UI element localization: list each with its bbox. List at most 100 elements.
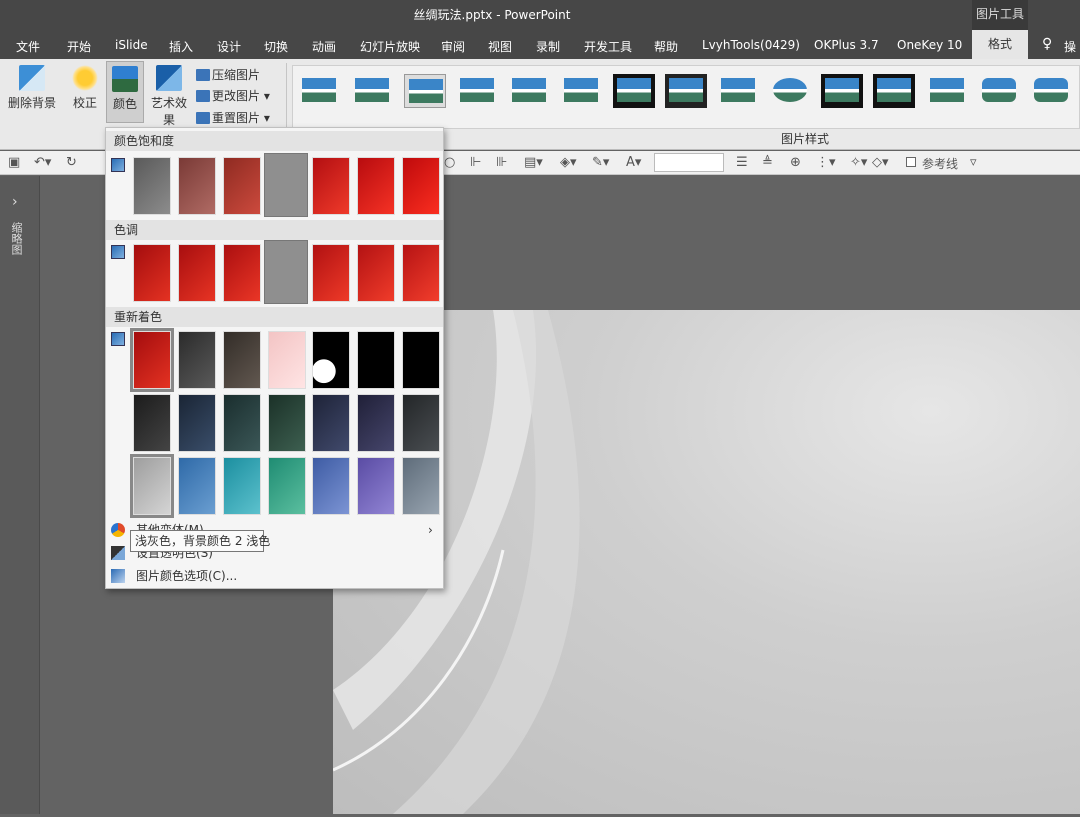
outline-color-icon[interactable]: ✎▾ <box>592 155 609 170</box>
align-center-icon[interactable]: ≜ <box>762 155 773 170</box>
recolor-sepia[interactable] <box>223 331 261 389</box>
tone-5900[interactable] <box>223 244 261 302</box>
picture-style-2[interactable] <box>351 74 393 108</box>
recolor-dark-6[interactable] <box>357 394 395 452</box>
tab-insert[interactable]: 插入 <box>169 38 193 55</box>
effects-icon[interactable]: ✧▾ <box>850 155 867 170</box>
recolor-light-6[interactable] <box>357 457 395 515</box>
recolor-grayscale[interactable] <box>178 331 216 389</box>
arrange-icon[interactable]: ▤▾ <box>524 155 543 170</box>
recolor-light-2[interactable] <box>178 457 216 515</box>
shape-circle-icon[interactable]: ○ <box>444 155 455 170</box>
tab-help[interactable]: 帮助 <box>654 38 678 55</box>
recolor-light-4[interactable] <box>268 457 306 515</box>
tab-format[interactable]: 格式 <box>972 30 1028 59</box>
tone-8800[interactable] <box>357 244 395 302</box>
thumbnail-panel-label[interactable]: 缩略图 <box>10 222 24 255</box>
align-middle-icon[interactable]: ⊕ <box>790 155 801 170</box>
color-button[interactable]: 颜色 <box>106 61 144 123</box>
artistic-effects-button[interactable]: 艺术效果 <box>146 65 192 128</box>
picture-style-6[interactable] <box>560 74 602 108</box>
corrections-button[interactable]: 校正 <box>70 65 100 111</box>
recolor-bw-75[interactable] <box>402 331 440 389</box>
saturation-400[interactable] <box>402 157 440 215</box>
recolor-light-7[interactable] <box>402 457 440 515</box>
saturation-200[interactable] <box>312 157 350 215</box>
tone-7200[interactable] <box>312 244 350 302</box>
tone-4700[interactable] <box>133 244 171 302</box>
tab-onekey[interactable]: OneKey 10 <box>897 38 962 52</box>
saturation-0[interactable] <box>133 157 171 215</box>
recolor-dark-1[interactable] <box>133 394 171 452</box>
tab-developer[interactable]: 开发工具 <box>584 38 632 55</box>
saturation-66[interactable] <box>223 157 261 215</box>
tab-okplus[interactable]: OKPlus 3.7 <box>814 38 879 52</box>
picture-style-preview <box>825 78 859 102</box>
picture-style-4[interactable] <box>456 74 498 108</box>
tab-transitions[interactable]: 切换 <box>264 38 288 55</box>
recolor-dark-2[interactable] <box>178 394 216 452</box>
tab-animations[interactable]: 动画 <box>312 38 336 55</box>
saturation-100[interactable] <box>264 153 308 217</box>
picture-style-12[interactable] <box>873 74 915 108</box>
picture-style-11[interactable] <box>821 74 863 108</box>
picture-style-8[interactable] <box>665 74 707 108</box>
recolor-none[interactable] <box>130 328 174 392</box>
saturation-33[interactable] <box>178 157 216 215</box>
redo-icon[interactable]: ↻ <box>66 155 77 170</box>
picture-style-15[interactable] <box>1030 74 1072 108</box>
reset-picture-button[interactable]: 重置图片 ▾ <box>196 109 270 126</box>
saturation-300[interactable] <box>357 157 395 215</box>
align-icon[interactable]: ⊩ <box>470 155 481 170</box>
lightbulb-icon[interactable]: ♀ <box>1042 36 1052 52</box>
undo-icon[interactable]: ↶▾ <box>34 155 51 170</box>
tab-lvyhtools[interactable]: LvyhTools(0429) <box>702 38 800 52</box>
picture-style-9[interactable] <box>717 74 759 108</box>
fill-color-icon[interactable]: ◈▾ <box>560 155 577 170</box>
recolor-dark-7[interactable] <box>402 394 440 452</box>
recolor-light-3[interactable] <box>223 457 261 515</box>
font-size-input[interactable] <box>654 153 724 172</box>
bullets-icon[interactable]: ☰ <box>736 155 748 170</box>
distribute-icon[interactable]: ⊪ <box>496 155 507 170</box>
recolor-light-gray[interactable] <box>130 454 174 518</box>
picture-color-options-item[interactable]: 图片颜色选项(C)... <box>106 565 443 587</box>
tab-home[interactable]: 开始 <box>67 38 91 55</box>
tab-islide[interactable]: iSlide <box>115 38 148 52</box>
tone-5300[interactable] <box>178 244 216 302</box>
compress-pictures-button[interactable]: 压缩图片 <box>196 66 260 83</box>
tone-6500[interactable] <box>264 240 308 304</box>
picture-style-5[interactable] <box>508 74 550 108</box>
reference-line-checkbox[interactable] <box>906 157 916 167</box>
remove-background-button[interactable]: 删除背景 <box>8 65 56 111</box>
change-picture-button[interactable]: 更改图片 ▾ <box>196 87 270 104</box>
picture-style-10[interactable] <box>769 74 811 108</box>
recolor-dark-5[interactable] <box>312 394 350 452</box>
tab-view[interactable]: 视图 <box>488 38 512 55</box>
picture-style-1[interactable] <box>298 74 340 108</box>
picture-style-3[interactable] <box>404 74 446 108</box>
tab-file[interactable]: 文件 <box>16 38 40 55</box>
expand-panel-icon[interactable]: › <box>12 194 18 210</box>
list-icon[interactable]: ⋮▾ <box>816 155 836 170</box>
shape-icon[interactable]: ◇▾ <box>872 155 889 170</box>
tab-record[interactable]: 录制 <box>536 38 560 55</box>
picture-style-13[interactable] <box>926 74 968 108</box>
picture-style-7[interactable] <box>613 74 655 108</box>
recolor-dark-3[interactable] <box>223 394 261 452</box>
tone-11200[interactable] <box>402 244 440 302</box>
recolor-dark-4[interactable] <box>268 394 306 452</box>
recolor-washout[interactable] <box>268 331 306 389</box>
recolor-bw-50[interactable] <box>357 331 395 389</box>
picture-style-14[interactable] <box>978 74 1020 108</box>
tell-me-label[interactable]: 操 <box>1064 38 1076 55</box>
tab-review[interactable]: 审阅 <box>441 38 465 55</box>
slide[interactable] <box>332 310 1080 814</box>
tab-slideshow[interactable]: 幻灯片放映 <box>360 38 420 55</box>
tab-design[interactable]: 设计 <box>217 38 241 55</box>
customize-qat-icon[interactable]: ▿ <box>970 155 977 170</box>
font-color-icon[interactable]: A▾ <box>626 155 641 170</box>
save-icon[interactable]: ▣ <box>8 155 20 170</box>
recolor-bw-25[interactable] <box>312 331 350 389</box>
recolor-light-5[interactable] <box>312 457 350 515</box>
